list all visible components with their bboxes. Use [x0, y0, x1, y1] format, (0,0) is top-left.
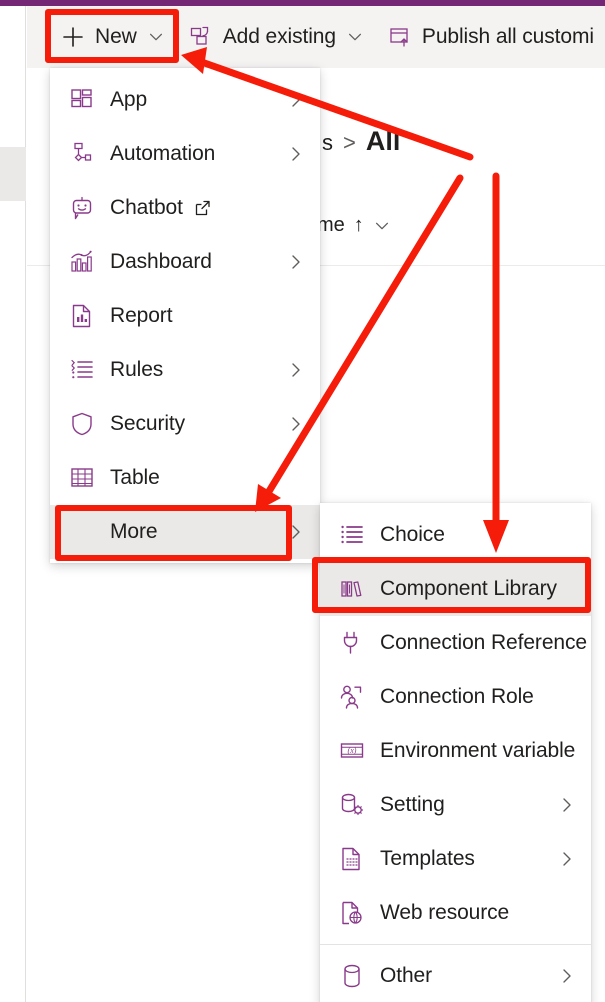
menu-item-setting[interactable]: Setting — [320, 778, 591, 832]
list-column-header-name[interactable]: me ↑ — [317, 214, 391, 237]
breadcrumb: s > All — [322, 126, 400, 157]
svg-text:(x): (x) — [348, 746, 357, 755]
menu-item-label: Dashboard — [110, 250, 212, 273]
menu-item-connection-reference[interactable]: Connection Reference — [320, 616, 591, 670]
menu-item-app[interactable]: App — [50, 73, 320, 127]
database-icon — [338, 962, 366, 990]
left-rail-selected-item[interactable] — [0, 147, 26, 201]
automation-icon — [68, 140, 96, 168]
choice-list-icon — [338, 521, 366, 549]
report-icon — [68, 302, 96, 330]
rules-list-icon — [68, 356, 96, 384]
app-grid-icon — [68, 86, 96, 114]
chevron-down-icon[interactable] — [346, 28, 364, 46]
menu-item-rules[interactable]: Rules — [50, 343, 320, 397]
table-grid-icon — [68, 464, 96, 492]
left-nav-rail — [0, 6, 26, 1002]
breadcrumb-separator: > — [343, 130, 356, 155]
plug-icon — [338, 629, 366, 657]
annotation-box-new — [45, 9, 179, 63]
people-icon — [338, 683, 366, 711]
menu-item-environment-variable[interactable]: (x) Environment variable — [320, 724, 591, 778]
menu-item-report[interactable]: Report — [50, 289, 320, 343]
menu-item-chatbot[interactable]: Chatbot — [50, 181, 320, 235]
external-link-icon — [194, 199, 212, 217]
add-existing-button[interactable]: Add existing — [177, 14, 376, 60]
publish-icon — [388, 25, 412, 49]
menu-item-dashboard[interactable]: Dashboard — [50, 235, 320, 289]
menu-item-label: Rules — [110, 358, 164, 381]
shield-icon — [68, 410, 96, 438]
menu-item-label: Table — [110, 466, 160, 489]
chevron-right-icon — [292, 147, 300, 161]
chevron-right-icon — [292, 363, 300, 377]
submenu-divider — [320, 944, 591, 945]
menu-item-label: Connection Reference — [380, 631, 587, 654]
publish-all-customizations-button[interactable]: Publish all customi — [376, 14, 605, 60]
menu-item-label: Web resource — [380, 901, 510, 924]
menu-item-label: Automation — [110, 142, 216, 165]
chatbot-icon — [68, 194, 96, 222]
chevron-down-icon[interactable] — [373, 217, 391, 235]
sort-ascending-icon: ↑ — [353, 214, 364, 236]
menu-item-templates[interactable]: Templates — [320, 832, 591, 886]
menu-item-label: Choice — [380, 523, 445, 546]
add-existing-icon — [189, 25, 213, 49]
menu-item-other[interactable]: Other — [320, 949, 591, 1002]
menu-item-label: Setting — [380, 793, 445, 816]
breadcrumb-current: All — [365, 126, 401, 156]
menu-item-label: App — [110, 88, 148, 111]
breadcrumb-previous[interactable]: s — [322, 130, 333, 156]
publish-all-customizations-label: Publish all customi — [421, 25, 594, 48]
menu-item-connection-role[interactable]: Connection Role — [320, 670, 591, 724]
menu-item-label: Report — [110, 304, 173, 327]
template-page-icon — [338, 845, 366, 873]
chevron-right-icon — [563, 969, 571, 983]
menu-item-label: Security — [110, 412, 186, 435]
menu-item-security[interactable]: Security — [50, 397, 320, 451]
menu-item-label: Environment variable — [380, 739, 576, 762]
web-resource-icon — [338, 899, 366, 927]
chevron-right-icon — [563, 798, 571, 812]
setting-db-icon — [338, 791, 366, 819]
chevron-right-icon — [563, 852, 571, 866]
dashboard-chart-icon — [68, 248, 96, 276]
chevron-right-icon — [292, 417, 300, 431]
menu-item-label: Other — [380, 964, 433, 987]
menu-item-label: Chatbot — [110, 196, 183, 219]
column-header-label: me — [317, 214, 345, 236]
add-existing-label: Add existing — [222, 25, 336, 48]
menu-item-automation[interactable]: Automation — [50, 127, 320, 181]
menu-item-table[interactable]: Table — [50, 451, 320, 505]
chevron-right-icon — [292, 255, 300, 269]
annotation-box-more — [55, 505, 292, 561]
new-flyout-menu: App Automation Chatbot Dashboard Report … — [50, 68, 320, 563]
menu-item-label: Connection Role — [380, 685, 534, 708]
annotation-box-component-library — [312, 557, 591, 613]
chevron-right-icon — [292, 93, 300, 107]
menu-item-label: Templates — [380, 847, 475, 870]
menu-item-web-resource[interactable]: Web resource — [320, 886, 591, 940]
menu-item-choice[interactable]: Choice — [320, 508, 591, 562]
variable-box-icon: (x) — [338, 737, 366, 765]
screenshot-root: s > All me ↑ New Add existing Publish al… — [0, 0, 605, 1002]
